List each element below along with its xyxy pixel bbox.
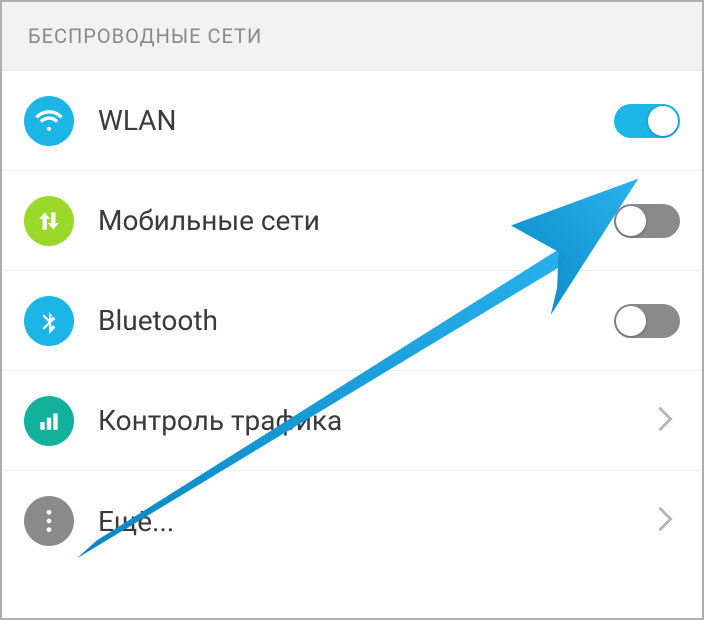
row-more[interactable]: Ещё... [2, 471, 702, 571]
chevron-right-icon [656, 405, 680, 437]
row-label: Мобильные сети [98, 204, 614, 237]
row-label: WLAN [98, 104, 614, 137]
mobile-data-icon [24, 196, 74, 246]
bluetooth-toggle[interactable] [614, 304, 680, 338]
row-label: Bluetooth [98, 304, 614, 337]
traffic-chart-icon [24, 396, 74, 446]
row-mobile-networks[interactable]: Мобильные сети [2, 171, 702, 271]
row-traffic-control[interactable]: Контроль трафика [2, 371, 702, 471]
chevron-right-icon [656, 505, 680, 537]
mobile-data-toggle[interactable] [614, 204, 680, 238]
more-dots-icon [24, 496, 74, 546]
bluetooth-icon [24, 296, 74, 346]
toggle-knob [616, 306, 646, 336]
wlan-toggle[interactable] [614, 104, 680, 138]
row-label: Контроль трафика [98, 404, 656, 437]
section-header-wireless: БЕСПРОВОДНЫЕ СЕТИ [2, 2, 702, 71]
section-title: БЕСПРОВОДНЫЕ СЕТИ [28, 24, 262, 48]
toggle-knob [648, 106, 678, 136]
row-bluetooth[interactable]: Bluetooth [2, 271, 702, 371]
wifi-icon [24, 96, 74, 146]
toggle-knob [616, 206, 646, 236]
row-label: Ещё... [98, 505, 656, 538]
row-wlan[interactable]: WLAN [2, 71, 702, 171]
settings-panel: БЕСПРОВОДНЫЕ СЕТИ WLAN Мобильные сети [0, 0, 704, 620]
